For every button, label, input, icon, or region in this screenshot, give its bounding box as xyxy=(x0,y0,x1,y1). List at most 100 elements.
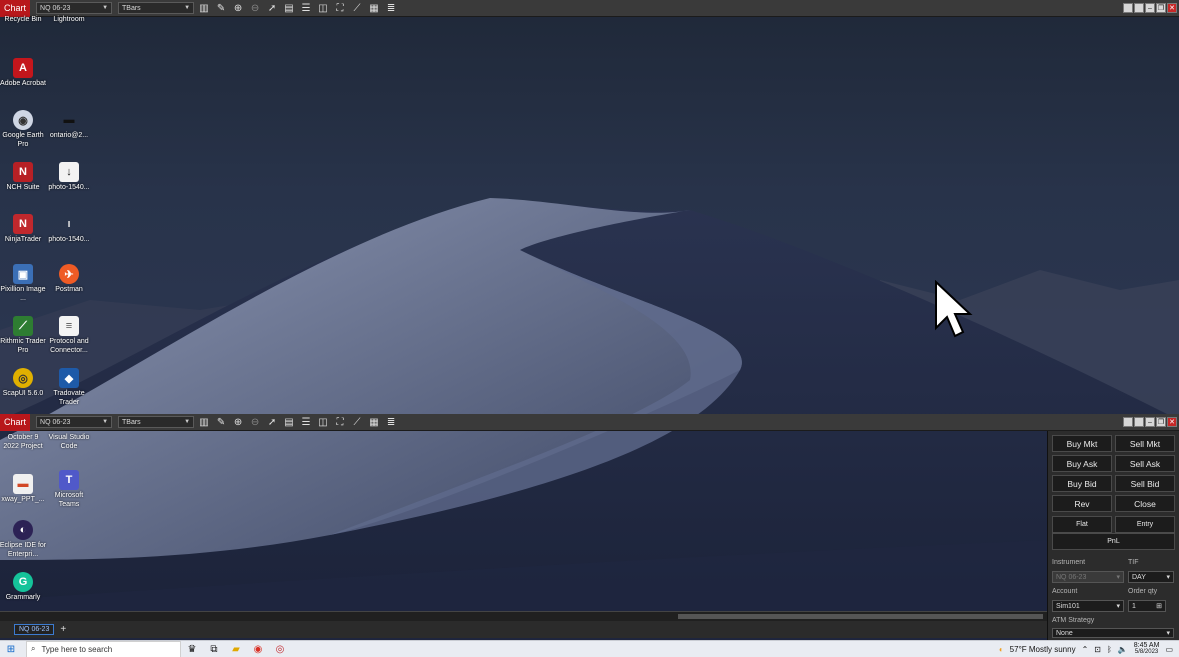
cascade-icon[interactable] xyxy=(1134,417,1144,427)
pointer-icon[interactable]: ➚ xyxy=(265,415,279,429)
clock[interactable]: 8:45 AM 5/8/2023 xyxy=(1134,642,1160,656)
properties-icon[interactable]: ☰ xyxy=(299,415,313,429)
desktop-icon-postman[interactable]: ✈ Postman xyxy=(46,264,92,295)
desktop-icon-ontario[interactable]: ▬ ontario@2... xyxy=(46,110,92,141)
desktop-icon-teams[interactable]: T Microsoft Teams xyxy=(46,470,92,509)
chart-tab-nq[interactable]: NQ 06-23 xyxy=(14,624,55,635)
desktop-icon-lightroom[interactable]: Lightroom xyxy=(46,14,92,25)
pencil-icon[interactable]: ✎ xyxy=(214,1,228,15)
close-position-button[interactable]: Close xyxy=(1115,495,1175,512)
tif-select[interactable]: DAY ▾ xyxy=(1128,571,1174,583)
desktop-icon-photo-1[interactable]: ↓ photo-1540... xyxy=(46,162,92,193)
reverse-button[interactable]: Rev xyxy=(1052,495,1112,512)
bar-chart-icon[interactable]: ▥ xyxy=(197,1,211,15)
zoom-out-icon[interactable]: ⊖ xyxy=(248,1,262,15)
data-box-icon[interactable]: ▤ xyxy=(282,415,296,429)
instrument-selector[interactable]: NQ 06-23 ▼ xyxy=(36,416,113,428)
close-icon[interactable]: ✕ xyxy=(1167,3,1177,13)
minimize-icon[interactable]: – xyxy=(1145,417,1155,427)
chart-horizontal-scrollbar[interactable] xyxy=(0,611,1047,621)
desktop-icon-scapui[interactable]: ◎ ScapUI 5.6.0 xyxy=(0,368,46,399)
order-qty-value: 1 xyxy=(1132,602,1136,610)
image-file-icon: ı xyxy=(67,218,71,230)
desktop-icon-label: Pixillion Image ... xyxy=(0,286,46,302)
desktop-icon-pixillion[interactable]: ▣ Pixillion Image ... xyxy=(0,264,46,303)
account-select[interactable]: Sim101 ▾ xyxy=(1052,600,1124,612)
order-qty-input[interactable]: 1 ⊞ xyxy=(1128,600,1166,612)
desktop-icon-ppt-file[interactable]: ▬ xway_PPT_... xyxy=(0,474,46,505)
weather-text[interactable]: 57°F Mostly sunny xyxy=(1010,645,1076,654)
buy-market-button[interactable]: Buy Mkt xyxy=(1052,435,1112,452)
sell-market-button[interactable]: Sell Mkt xyxy=(1115,435,1175,452)
chevron-up-icon[interactable]: ⌃ xyxy=(1082,645,1089,654)
zoom-in-icon[interactable]: ⊕ xyxy=(231,1,245,15)
buy-bid-button[interactable]: Buy Bid xyxy=(1052,475,1112,492)
desktop-icon-tradovate[interactable]: ◆ Tradovate Trader xyxy=(46,368,92,407)
app-icon[interactable]: ◎ xyxy=(269,641,291,657)
bluetooth-icon[interactable]: ᛒ xyxy=(1107,645,1112,654)
chart-window-toolbar-top: Chart NQ 06-23 ▼ TBars ▼ ▥ ✎ ⊕ ⊖ ➚ ▤ ☰ ◫ ⛶… xyxy=(0,0,1179,17)
tile-icon[interactable] xyxy=(1123,3,1133,13)
desktop-icon-photo-2[interactable]: ı photo-1540... xyxy=(46,214,92,245)
sell-bid-button[interactable]: Sell Bid xyxy=(1115,475,1175,492)
copilot-icon[interactable]: ♛ xyxy=(181,641,203,657)
desktop-icon-vscode[interactable]: Visual Studio Code xyxy=(46,432,92,451)
bar-type-selector[interactable]: TBars ▼ xyxy=(118,416,195,428)
restore-icon[interactable]: ❐ xyxy=(1156,3,1166,13)
data-box-icon[interactable]: ▤ xyxy=(282,1,296,15)
fullscreen-icon[interactable]: ⛶ xyxy=(333,415,347,429)
desktop-icon-recycle-bin[interactable]: Recycle Bin xyxy=(0,14,46,25)
add-tab-button[interactable]: + xyxy=(60,624,66,635)
notification-icon[interactable]: ▭ xyxy=(1165,645,1173,654)
minimize-icon[interactable]: – xyxy=(1145,3,1155,13)
chart-title-tab[interactable]: Chart xyxy=(0,413,31,431)
spinner-icon[interactable]: ⊞ xyxy=(1156,602,1162,610)
pencil-icon[interactable]: ✎ xyxy=(214,415,228,429)
desktop-icon-ninjatrader[interactable]: N NinjaTrader xyxy=(0,214,46,245)
windows-start-icon[interactable]: ⊞ xyxy=(0,641,22,657)
calculator-icon[interactable]: ▦ xyxy=(367,415,381,429)
restore-icon[interactable]: ❐ xyxy=(1156,417,1166,427)
desktop-icon-eclipse[interactable]: ◐ Eclipse IDE for Enterpri... xyxy=(0,520,46,559)
zoom-in-icon[interactable]: ⊕ xyxy=(231,415,245,429)
tray-app-icon[interactable]: ⊡ xyxy=(1094,645,1101,654)
fullscreen-icon[interactable]: ⛶ xyxy=(333,1,347,15)
bar-chart-icon[interactable]: ▥ xyxy=(197,415,211,429)
list-icon[interactable]: ≣ xyxy=(384,415,398,429)
task-view-icon[interactable]: ⧉ xyxy=(203,641,225,657)
order-instrument-select[interactable]: NQ 06-23 ▾ xyxy=(1052,571,1124,583)
file-explorer-icon[interactable]: ▰ xyxy=(225,641,247,657)
chrome-icon[interactable]: ◉ xyxy=(247,641,269,657)
pointer-icon[interactable]: ➚ xyxy=(265,1,279,15)
tile-icon[interactable] xyxy=(1123,417,1133,427)
volume-icon[interactable]: 🔈 xyxy=(1118,645,1128,654)
desktop-icon-october-project[interactable]: October 9 2022 Project xyxy=(0,432,46,451)
desktop-icon-label: photo-1540... xyxy=(48,184,90,191)
bar-type-selector[interactable]: TBars ▼ xyxy=(118,2,195,14)
instrument-selector[interactable]: NQ 06-23 ▼ xyxy=(36,2,113,14)
instrument-selector-value: NQ 06-23 xyxy=(40,4,71,12)
desktop-icon-label: NinjaTrader xyxy=(4,236,42,243)
desktop-icon-protocol-doc[interactable]: ≡ Protocol and Connector... xyxy=(46,316,92,355)
desktop-icon-google-earth[interactable]: ◉ Google Earth Pro xyxy=(0,110,46,149)
scrollbar-thumb[interactable] xyxy=(678,614,1043,619)
strategy-icon[interactable]: ⟋ xyxy=(350,1,364,15)
cascade-icon[interactable] xyxy=(1134,3,1144,13)
pnl-display: PnL xyxy=(1052,533,1175,550)
close-icon[interactable]: ✕ xyxy=(1167,417,1177,427)
window-split-icon[interactable]: ◫ xyxy=(316,1,330,15)
buy-ask-button[interactable]: Buy Ask xyxy=(1052,455,1112,472)
desktop-icon-grammarly[interactable]: G Grammarly xyxy=(0,572,46,603)
zoom-out-icon[interactable]: ⊖ xyxy=(248,415,262,429)
calculator-icon[interactable]: ▦ xyxy=(367,1,381,15)
strategy-icon[interactable]: ⟋ xyxy=(350,415,364,429)
properties-icon[interactable]: ☰ xyxy=(299,1,313,15)
taskbar-search-box[interactable]: ⌕ Type here to search xyxy=(26,640,181,657)
sell-ask-button[interactable]: Sell Ask xyxy=(1115,455,1175,472)
atm-strategy-select[interactable]: None ▾ xyxy=(1052,628,1174,638)
desktop-icon-nch-suite[interactable]: N NCH Suite xyxy=(0,162,46,193)
list-icon[interactable]: ≣ xyxy=(384,1,398,15)
window-split-icon[interactable]: ◫ xyxy=(316,415,330,429)
desktop-icon-adobe-acrobat[interactable]: A Adobe Acrobat xyxy=(0,58,46,89)
desktop-icon-rithmic[interactable]: ⟋ Rithmic Trader Pro xyxy=(0,316,46,355)
